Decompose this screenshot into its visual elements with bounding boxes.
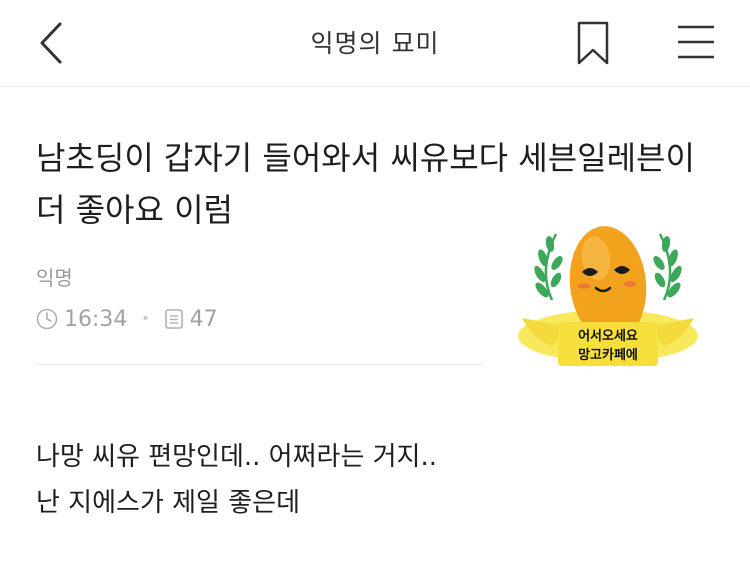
meta-separator: • (141, 311, 150, 327)
top-navigation-bar: 익명의 묘미 (0, 0, 750, 87)
author-name: 익명 (36, 266, 73, 290)
post-body-line: 난 지에스가 제일 좋은데 (36, 488, 300, 518)
mango-cafe-sticker: 어서오세요 망고카페에 (518, 226, 698, 366)
content-divider (36, 364, 482, 365)
hamburger-menu-icon[interactable] (676, 22, 716, 62)
sticker-text-line1: 어서오세요 (578, 328, 638, 344)
post-body: 나망 씨유 편망인데.. 어쩌라는 거지.. 난 지에스가 제일 좋은데 (36, 434, 716, 526)
sticker-text-line2: 망고카페에 (578, 347, 638, 363)
view-count: 47 (189, 306, 218, 332)
page-title: 익명의 묘미 (310, 29, 440, 58)
post-meta: 16:34 • 47 (36, 304, 218, 334)
post-time: 16:34 (64, 306, 128, 332)
view-count-icon (164, 309, 183, 329)
post-body-line: 나망 씨유 편망인데.. 어쩌라는 거지.. (36, 442, 437, 472)
bookmark-icon[interactable] (576, 20, 610, 66)
clock-icon (36, 308, 58, 330)
